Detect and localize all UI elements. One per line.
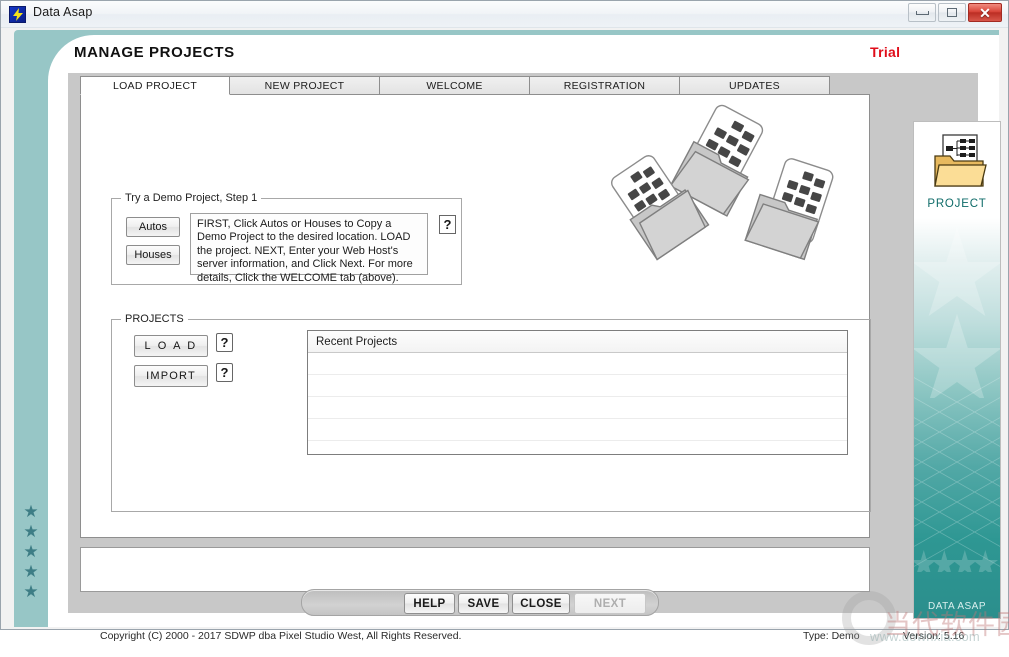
trial-status-badge: Trial — [870, 44, 901, 60]
import-button-label: IMPORT — [146, 370, 196, 382]
panel-brand-text: DATA ASAP — [927, 601, 987, 612]
page-title: MANAGE PROJECTS — [74, 44, 235, 61]
minimize-icon — [909, 4, 935, 21]
project-folder-icon — [934, 134, 987, 187]
version-text: Version: 5.16 — [903, 630, 965, 642]
tab-label: NEW PROJECT — [264, 80, 345, 92]
next-button: NEXT — [574, 593, 646, 614]
star-icon: ★ — [23, 562, 39, 581]
tab-label: REGISTRATION — [563, 80, 646, 92]
question-mark-icon: ? — [443, 217, 452, 232]
save-button-label: SAVE — [467, 597, 500, 610]
tab-updates[interactable]: UPDATES — [679, 76, 830, 95]
tab-strip: LOAD PROJECT NEW PROJECT WELCOME REGISTR… — [80, 76, 845, 95]
question-mark-icon: ? — [220, 335, 229, 350]
recent-projects-header: Recent Projects — [308, 331, 847, 353]
close-button[interactable]: ✕ — [968, 3, 1002, 22]
window-title: Data Asap — [33, 5, 93, 19]
tab-welcome[interactable]: WELCOME — [379, 76, 530, 95]
question-mark-icon: ? — [220, 365, 229, 380]
panel-lattice-pattern — [914, 377, 1000, 572]
status-panel — [80, 547, 870, 592]
houses-button-label: Houses — [134, 249, 172, 261]
close-dialog-button[interactable]: CLOSE — [512, 593, 570, 614]
list-item[interactable] — [308, 397, 847, 419]
demo-group-legend: Try a Demo Project, Step 1 — [121, 192, 262, 204]
title-bar: Data Asap ✕ — [1, 1, 1008, 28]
load-help-button[interactable]: ? — [216, 333, 233, 352]
close-icon: ✕ — [979, 4, 991, 21]
import-button[interactable]: IMPORT — [134, 365, 208, 387]
demo-project-group: Try a Demo Project, Step 1 Autos Houses … — [111, 192, 462, 285]
tab-label: UPDATES — [729, 80, 780, 92]
tab-load-project[interactable]: LOAD PROJECT — [80, 76, 230, 95]
folders-decorative-illustration — [611, 104, 834, 261]
list-item[interactable] — [308, 375, 847, 397]
houses-button[interactable]: Houses — [126, 245, 180, 265]
help-button-label: HELP — [413, 597, 446, 610]
action-button-bar: HELP SAVE CLOSE NEXT — [301, 589, 659, 616]
next-button-label: NEXT — [593, 597, 627, 610]
star-icon: ★ — [23, 582, 39, 601]
autos-button-label: Autos — [138, 221, 168, 233]
folder-graphic — [611, 155, 710, 261]
tab-panel-load-project: Try a Demo Project, Step 1 Autos Houses … — [80, 94, 871, 538]
main-panel: LOAD PROJECT NEW PROJECT WELCOME REGISTR… — [68, 73, 978, 613]
tab-new-project[interactable]: NEW PROJECT — [229, 76, 380, 95]
project-panel-label: PROJECT — [927, 198, 987, 210]
save-button[interactable]: SAVE — [458, 593, 509, 614]
teal-frame: ★ ★ ★ ★ ★ MANAGE PROJECTS Trial LOAD PRO… — [14, 30, 1009, 645]
list-item[interactable] — [308, 419, 847, 441]
lightning-bolt-glyph — [13, 8, 23, 21]
help-button[interactable]: HELP — [404, 593, 455, 614]
projects-group: PROJECTS L O A D ? IMPORT ? Recent Proje… — [111, 313, 871, 512]
list-item[interactable] — [308, 353, 847, 375]
star-icon: ★ — [23, 542, 39, 561]
close-button-label: CLOSE — [520, 597, 562, 610]
projects-group-legend: PROJECTS — [121, 313, 188, 325]
project-side-panel[interactable]: PROJECT DATA ASAP — [913, 121, 1001, 619]
star-icon: ★ — [23, 522, 39, 541]
folder-graphic — [669, 104, 764, 217]
application-window: Data Asap ✕ ★ ★ ★ ★ ★ MANAGE PROJECTS Tr… — [0, 0, 1009, 645]
recent-projects-list[interactable]: Recent Projects — [307, 330, 848, 455]
panel-star-pattern — [914, 228, 1000, 398]
list-item[interactable] — [308, 441, 847, 454]
star-icon: ★ — [23, 502, 39, 521]
demo-instructions-text: FIRST, Click Autos or Houses to Copy a D… — [190, 213, 428, 284]
copyright-text: Copyright (C) 2000 - 2017 SDWP dba Pixel… — [100, 630, 462, 642]
maximize-icon — [939, 4, 965, 21]
decorative-stars: ★ ★ ★ ★ ★ — [18, 502, 44, 601]
tab-label: LOAD PROJECT — [112, 79, 198, 92]
app-lightning-bolt-icon — [9, 6, 26, 23]
maximize-button[interactable] — [938, 3, 966, 22]
folder-graphic — [744, 158, 834, 261]
tab-registration[interactable]: REGISTRATION — [529, 76, 680, 95]
license-type-text: Type: Demo — [803, 630, 860, 642]
autos-button[interactable]: Autos — [126, 217, 180, 237]
minimize-button[interactable] — [908, 3, 936, 22]
demo-help-button[interactable]: ? — [439, 215, 456, 234]
import-help-button[interactable]: ? — [216, 363, 233, 382]
content-card: MANAGE PROJECTS Trial LOAD PROJECT NEW P… — [48, 35, 1009, 645]
load-button-label: L O A D — [144, 340, 198, 352]
load-button[interactable]: L O A D — [134, 335, 208, 357]
tab-label: WELCOME — [426, 80, 483, 92]
